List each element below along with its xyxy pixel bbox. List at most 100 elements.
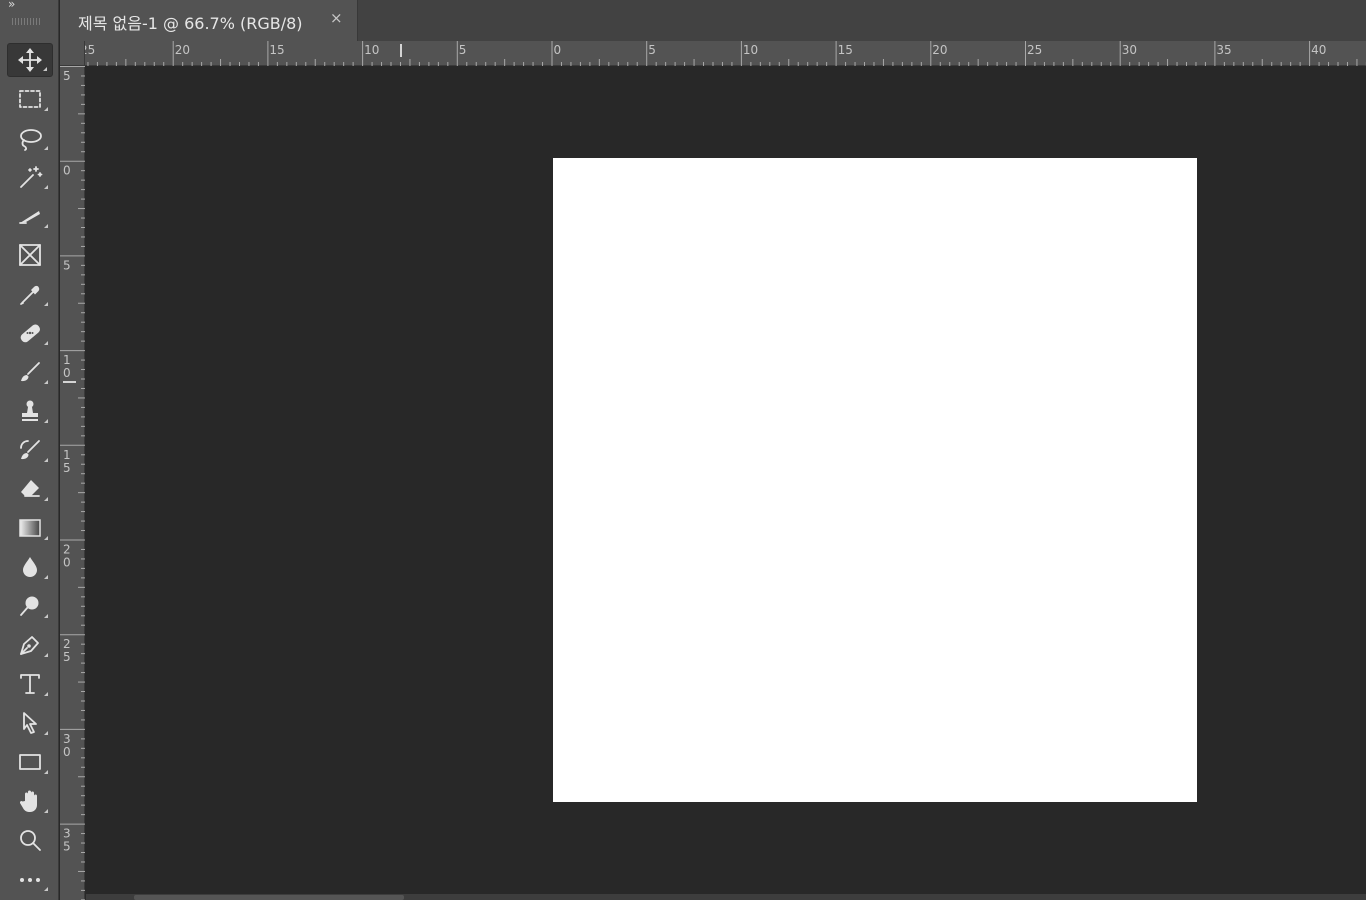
magic-wand-tool[interactable] [7, 160, 53, 194]
rectangular-marquee-tool[interactable] [7, 82, 53, 116]
more-icon [20, 878, 40, 882]
ruler-label: 3 [63, 827, 71, 841]
ruler-label: 15 [269, 43, 284, 57]
path-selection-tool[interactable] [7, 706, 53, 740]
panel-grip[interactable] [12, 18, 42, 25]
horizontal-scrollbar[interactable] [86, 894, 1366, 900]
slice-knife-icon [19, 211, 40, 224]
lasso-tool[interactable] [7, 121, 53, 155]
tool-flyout-indicator [44, 614, 48, 618]
close-icon[interactable]: × [330, 9, 343, 27]
ruler-label: 2 [63, 637, 71, 651]
ruler-label: 5 [63, 69, 71, 83]
ruler-label: 20 [932, 43, 947, 57]
stamp-icon [22, 400, 38, 421]
ruler-label: 5 [648, 43, 656, 57]
gradient-tool[interactable] [7, 511, 53, 545]
vertical-ruler[interactable]: 505101520253035 [60, 66, 85, 900]
tool-flyout-indicator [43, 67, 47, 71]
history-brush-tool[interactable] [7, 433, 53, 467]
tool-flyout-indicator [44, 185, 48, 189]
ruler-label: 15 [838, 43, 853, 57]
scrollbar-thumb[interactable] [134, 895, 404, 900]
tool-flyout-indicator [44, 458, 48, 462]
clone-stamp-tool[interactable] [7, 394, 53, 428]
type-tool[interactable] [7, 667, 53, 701]
drop-icon [23, 557, 37, 577]
tool-flyout-indicator [44, 146, 48, 150]
tool-flyout-indicator [44, 536, 48, 540]
ruler-origin[interactable] [60, 41, 85, 66]
ruler-label: 30 [1122, 43, 1137, 57]
dodge-icon [20, 596, 39, 616]
ruler-label: 10 [364, 43, 379, 57]
tool-flyout-indicator [44, 692, 48, 696]
tool-flyout-indicator [44, 653, 48, 657]
history-brush-icon [20, 440, 40, 460]
brush-icon [21, 362, 40, 382]
tool-flyout-indicator [44, 497, 48, 501]
frame-icon [19, 244, 41, 266]
pen-tool[interactable] [7, 628, 53, 662]
collapse-panel-icon[interactable]: » [8, 0, 15, 11]
ruler-label: 5 [63, 650, 71, 664]
tool-flyout-indicator [44, 575, 48, 579]
tool-flyout-indicator [44, 380, 48, 384]
ruler-label: 5 [63, 258, 71, 272]
pen-icon [20, 636, 39, 655]
type-icon [20, 674, 40, 694]
eraser-tool[interactable] [7, 472, 53, 506]
ruler-label: 5 [63, 461, 71, 475]
healing-brush-tool[interactable] [7, 316, 53, 350]
tool-flyout-indicator [44, 302, 48, 306]
tool-flyout-indicator [44, 341, 48, 345]
zoom-tool[interactable] [7, 823, 53, 857]
ruler-label: 0 [554, 43, 562, 57]
eyedropper-icon [20, 285, 40, 305]
tool-flyout-indicator [44, 887, 48, 891]
eyedropper-tool[interactable] [7, 277, 53, 311]
eraser-icon [21, 480, 40, 497]
ruler-label: 0 [63, 556, 71, 570]
magic-wand-icon [20, 166, 43, 188]
ruler-label: 35 [1216, 43, 1231, 57]
document-canvas[interactable] [553, 158, 1197, 802]
document-tab-title: 제목 없음-1 @ 66.7% (RGB/8) [78, 14, 303, 33]
tool-flyout-indicator [44, 224, 48, 228]
ruler-label: 0 [63, 164, 71, 178]
hand-icon [19, 790, 37, 812]
ruler-label: 25 [85, 43, 95, 57]
ruler-label: 40 [1311, 43, 1326, 57]
rectangle-tool[interactable] [7, 745, 53, 779]
document-tab[interactable]: 제목 없음-1 @ 66.7% (RGB/8) × [60, 0, 358, 41]
frame-tool[interactable] [7, 238, 53, 272]
arrow-icon [23, 712, 37, 734]
hand-tool[interactable] [7, 784, 53, 818]
tool-flyout-indicator [44, 731, 48, 735]
tool-flyout-indicator [44, 770, 48, 774]
gradient-icon [19, 519, 41, 537]
slice-tool[interactable] [7, 199, 53, 233]
marquee-icon [19, 90, 41, 108]
move-icon [18, 48, 42, 72]
blur-tool[interactable] [7, 550, 53, 584]
ruler-label: 3 [63, 732, 71, 746]
horizontal-ruler[interactable]: 25 20 15 10 5 0 5 10 15 20 25 30 35 40 [85, 41, 1366, 66]
brush-tool[interactable] [7, 355, 53, 389]
dodge-tool[interactable] [7, 589, 53, 623]
tool-flyout-indicator [44, 419, 48, 423]
move-tool[interactable] [7, 43, 53, 77]
ruler-label: 2 [63, 543, 71, 557]
ruler-label: 0 [63, 745, 71, 759]
ruler-label: 1 [63, 353, 71, 367]
ruler-label: 20 [175, 43, 190, 57]
edit-toolbar[interactable] [7, 862, 53, 896]
ruler-label: 5 [459, 43, 467, 57]
ruler-label: 5 [63, 840, 71, 854]
ruler-label: 10 [743, 43, 758, 57]
bandage-icon [20, 324, 41, 343]
tools-panel: » [0, 0, 59, 900]
ruler-label: 1 [63, 448, 71, 462]
lasso-icon [20, 129, 42, 151]
tool-flyout-indicator [44, 107, 48, 111]
